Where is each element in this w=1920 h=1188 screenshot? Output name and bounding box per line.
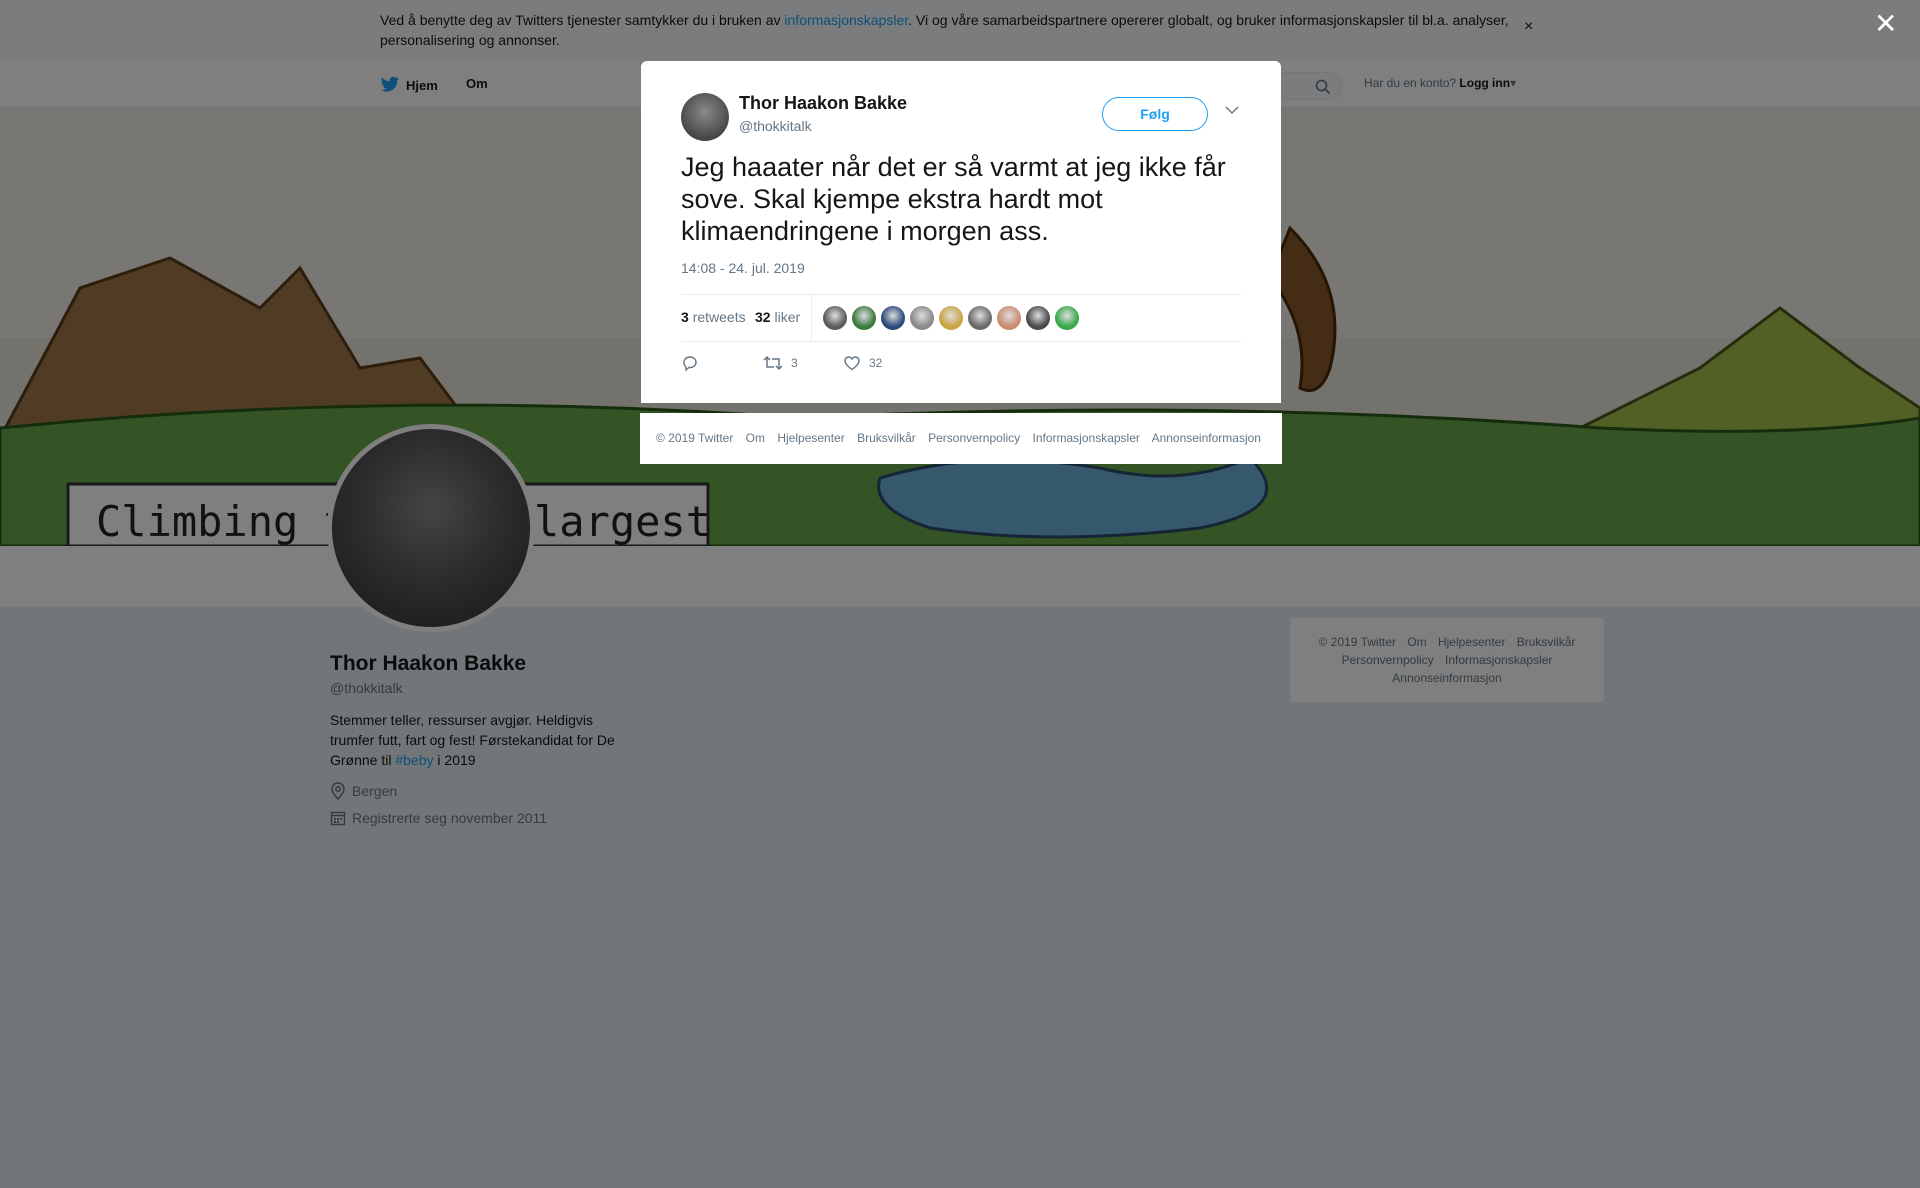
heart-icon	[844, 356, 860, 371]
retweet-button[interactable]: 3	[763, 354, 798, 372]
tweet-text: Jeg haaater når det er så varmt at jeg i…	[681, 152, 1226, 246]
liker-avatar[interactable]	[823, 306, 847, 330]
liker-avatar[interactable]	[968, 306, 992, 330]
retweets-stat[interactable]: 3 retweets	[681, 309, 746, 325]
follow-button[interactable]: Følg	[1102, 97, 1208, 131]
tweet-modal: Thor Haakon Bakke @thokkitalk Følg Jeg h…	[641, 61, 1281, 403]
footer-link[interactable]: © 2019 Twitter	[656, 431, 733, 445]
retweet-icon	[763, 355, 783, 371]
modal-footer: © 2019 Twitter Om Hjelpesenter Bruksvilk…	[640, 413, 1282, 464]
tweet-actions: 3 32	[681, 354, 1241, 384]
chevron-down-icon[interactable]	[1225, 105, 1239, 115]
liker-avatar[interactable]	[1026, 306, 1050, 330]
liker-avatar[interactable]	[852, 306, 876, 330]
liker-avatar[interactable]	[1055, 306, 1079, 330]
footer-link[interactable]: Bruksvilkår	[857, 431, 916, 445]
stats-divider	[811, 295, 812, 341]
footer-link[interactable]: Personvernpolicy	[928, 431, 1020, 445]
liker-avatar[interactable]	[997, 306, 1021, 330]
retweet-count: 3	[791, 356, 798, 370]
footer-link[interactable]: Annonseinformasjon	[1152, 431, 1261, 445]
liker-avatar[interactable]	[910, 306, 934, 330]
author-name[interactable]: Thor Haakon Bakke	[739, 93, 907, 114]
like-button[interactable]: 32	[843, 354, 882, 372]
close-icon[interactable]: ✕	[1874, 10, 1897, 38]
likers-avatars	[823, 306, 1079, 330]
liker-avatar[interactable]	[939, 306, 963, 330]
tweet-timestamp[interactable]: 14:08 - 24. jul. 2019	[681, 260, 805, 276]
liker-avatar[interactable]	[881, 306, 905, 330]
footer-link[interactable]: Hjelpesenter	[777, 431, 844, 445]
reply-button[interactable]	[681, 354, 699, 372]
tweet-stats: 3 retweets 32 liker	[681, 294, 1241, 342]
footer-link[interactable]: Om	[746, 431, 765, 445]
author-avatar[interactable]	[681, 93, 729, 141]
footer-link[interactable]: Informasjonskapsler	[1033, 431, 1140, 445]
likes-stat[interactable]: 32 liker	[755, 309, 800, 325]
reply-icon	[683, 356, 697, 372]
author-handle[interactable]: @thokkitalk	[739, 118, 812, 134]
like-count: 32	[869, 356, 883, 370]
